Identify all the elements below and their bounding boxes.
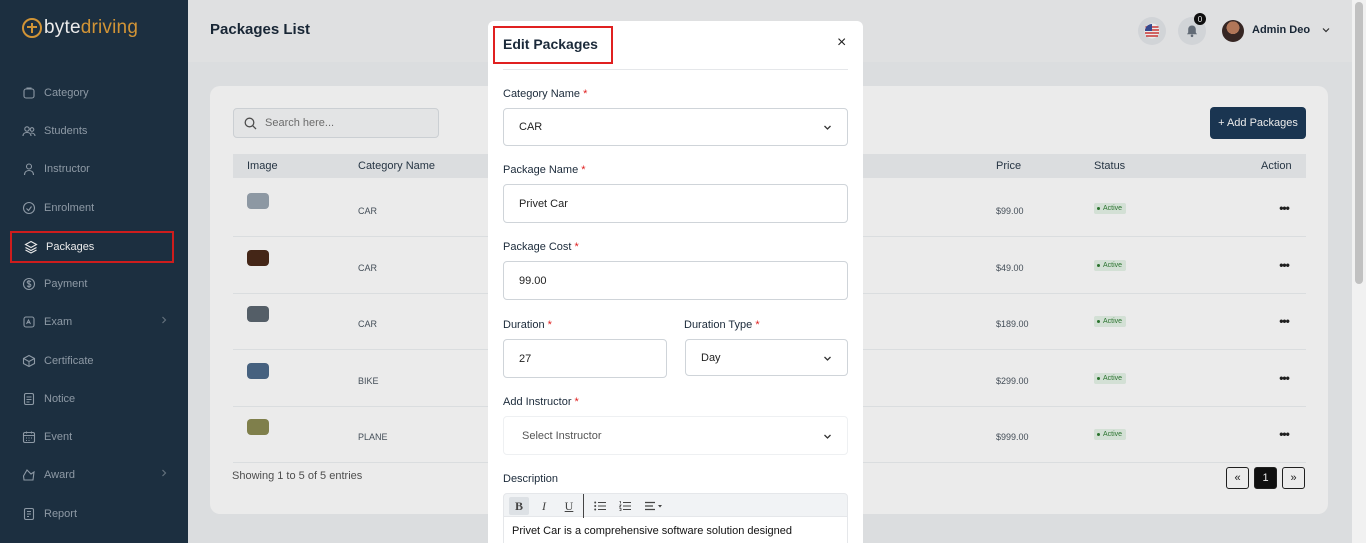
category-select[interactable]: CAR: [503, 108, 848, 146]
close-icon[interactable]: ×: [837, 35, 849, 51]
required-mark: *: [755, 319, 760, 331]
chevron-down-icon: [824, 434, 831, 439]
package-name-label-text: Package Name: [503, 164, 579, 176]
bullet-list-icon: [594, 501, 606, 511]
duration-type-label: Duration Type *: [684, 319, 760, 331]
add-instructor-label: Add Instructor *: [503, 396, 579, 408]
duration-label-text: Duration: [503, 319, 545, 331]
description-label: Description: [503, 473, 559, 485]
chevron-down-icon: [824, 125, 831, 130]
align-icon: [645, 501, 662, 511]
duration-type-value: Day: [701, 351, 721, 364]
modal-divider: [503, 69, 848, 70]
category-name-label: Category Name *: [503, 88, 587, 100]
scrollbar-thumb[interactable]: [1355, 2, 1363, 284]
required-mark: *: [547, 319, 552, 331]
numbered-list-button[interactable]: [615, 497, 635, 515]
chevron-down-icon: [824, 356, 831, 361]
modal-header: Edit Packages ×: [488, 21, 863, 70]
bold-button[interactable]: B: [509, 497, 529, 515]
edit-packages-modal: Edit Packages × Category Name * CAR Pack…: [488, 21, 863, 543]
package-cost-input[interactable]: [519, 274, 815, 287]
instructor-select-placeholder: Select Instructor: [522, 429, 602, 442]
required-mark: *: [574, 396, 579, 408]
package-cost-label-text: Package Cost: [503, 241, 572, 253]
package-cost-label: Package Cost *: [503, 241, 579, 253]
add-instructor-label-text: Add Instructor: [503, 396, 572, 408]
instructor-select[interactable]: Select Instructor: [503, 416, 848, 455]
description-editor[interactable]: Privet Car is a comprehensive software s…: [503, 517, 848, 543]
category-name-label-text: Category Name: [503, 88, 581, 100]
underline-button[interactable]: U: [559, 497, 579, 515]
duration-input[interactable]: [519, 352, 652, 365]
toolbar-separator: [583, 494, 584, 518]
duration-type-select[interactable]: Day: [685, 339, 848, 376]
align-dropdown-button[interactable]: [641, 497, 667, 515]
italic-button[interactable]: I: [534, 497, 554, 515]
duration-field[interactable]: [503, 339, 667, 378]
required-mark: *: [581, 164, 586, 176]
required-mark: *: [583, 88, 588, 100]
category-select-value: CAR: [519, 121, 543, 133]
modal-title: Edit Packages: [503, 36, 598, 52]
duration-type-label-text: Duration Type: [684, 319, 753, 331]
page-scrollbar[interactable]: [1352, 0, 1366, 543]
numbered-list-icon: [619, 501, 631, 511]
package-name-input[interactable]: [519, 197, 815, 210]
duration-label: Duration *: [503, 319, 552, 331]
required-mark: *: [574, 241, 579, 253]
package-name-label: Package Name *: [503, 164, 586, 176]
package-cost-field[interactable]: [503, 261, 848, 300]
editor-toolbar: B I U: [503, 493, 848, 518]
bullet-list-button[interactable]: [590, 497, 610, 515]
package-name-field[interactable]: [503, 184, 848, 223]
